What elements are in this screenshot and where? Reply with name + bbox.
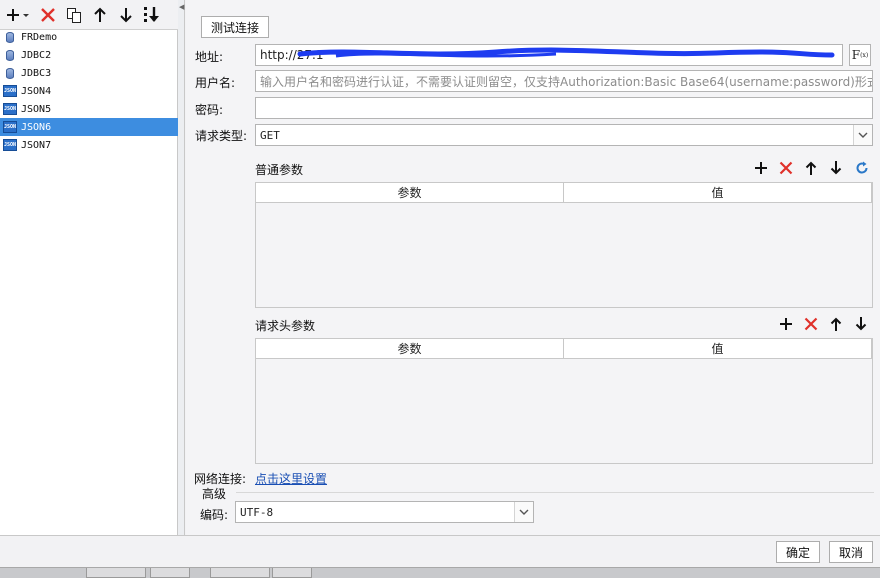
plus-icon bbox=[780, 318, 792, 330]
collapse-left-icon[interactable]: ◀ bbox=[179, 3, 184, 11]
tree-item-json4[interactable]: JSON JSON4 bbox=[0, 82, 178, 100]
username-label: 用户名: bbox=[195, 76, 236, 90]
delete-header-button[interactable] bbox=[801, 314, 821, 334]
datasource-tree: FRDemo JDBC2 JDBC3 JSON JSON4 JSON JSON5 JSON JS… bbox=[0, 28, 178, 154]
panel-splitter[interactable]: ◀ bbox=[178, 0, 185, 535]
refresh-param-button[interactable] bbox=[852, 158, 872, 178]
copy-button[interactable] bbox=[62, 3, 86, 27]
cancel-button[interactable]: 取消 bbox=[829, 541, 873, 563]
tree-item-label: JSON4 bbox=[21, 85, 52, 97]
add-param-button[interactable] bbox=[751, 158, 771, 178]
move-down-button[interactable] bbox=[114, 3, 138, 27]
tree-item-json7[interactable]: JSON JSON7 bbox=[0, 136, 178, 154]
column-value[interactable]: 值 bbox=[564, 339, 872, 358]
encoding-value: UTF-8 bbox=[240, 505, 274, 519]
dialog-footer: 确定 取消 bbox=[0, 535, 880, 567]
header-move-up-button[interactable] bbox=[826, 314, 846, 334]
database-icon bbox=[3, 30, 17, 44]
background-tab bbox=[86, 568, 146, 578]
datasource-toolbar bbox=[0, 0, 178, 30]
password-label: 密码: bbox=[195, 103, 224, 117]
connection-settings-panel: 测试连接 地址: http://27.1 F(x) 用户名: 输入用户名和密码 bbox=[186, 0, 880, 535]
param-move-up-button[interactable] bbox=[801, 158, 821, 178]
delete-param-button[interactable] bbox=[776, 158, 796, 178]
param-move-down-button[interactable] bbox=[826, 158, 846, 178]
tree-item-jdbc3[interactable]: JDBC3 bbox=[0, 64, 178, 82]
formula-sub: (x) bbox=[860, 51, 869, 59]
background-tab bbox=[272, 568, 312, 578]
datasource-panel: FRDemo JDBC2 JDBC3 JSON JSON4 JSON JSON5 JSON JS… bbox=[0, 0, 178, 535]
background-tab bbox=[210, 568, 270, 578]
tree-item-label: JDBC2 bbox=[21, 49, 52, 61]
json-file-icon: JSON bbox=[3, 138, 17, 152]
grid-header: 参数 值 bbox=[256, 339, 872, 359]
normal-params-grid[interactable]: 参数 值 bbox=[255, 182, 873, 308]
encoding-label: 编码: bbox=[200, 508, 229, 522]
header-params-label: 请求头参数 bbox=[255, 319, 316, 333]
sort-icon bbox=[144, 6, 159, 22]
json-file-icon: JSON bbox=[3, 120, 17, 134]
formula-button[interactable]: F (x) bbox=[849, 44, 871, 66]
tree-item-label: FRDemo bbox=[21, 31, 58, 43]
tree-item-label: JSON6 bbox=[21, 121, 52, 133]
ok-button[interactable]: 确定 bbox=[776, 541, 820, 563]
password-input[interactable] bbox=[255, 97, 873, 119]
advanced-divider bbox=[236, 492, 874, 493]
tree-item-json6[interactable]: JSON JSON6 bbox=[0, 118, 178, 136]
add-dropdown-icon bbox=[7, 8, 29, 21]
arrow-up-icon bbox=[805, 161, 817, 175]
network-settings-link[interactable]: 点击这里设置 bbox=[255, 470, 327, 487]
tree-item-jdbc2[interactable]: JDBC2 bbox=[0, 46, 178, 64]
move-up-icon bbox=[94, 7, 106, 22]
header-move-down-button[interactable] bbox=[851, 314, 871, 334]
tree-item-label: JDBC3 bbox=[21, 67, 52, 79]
advanced-label: 高级 bbox=[202, 487, 227, 501]
tree-item-json5[interactable]: JSON JSON5 bbox=[0, 100, 178, 118]
header-params-grid[interactable]: 参数 值 bbox=[255, 338, 873, 464]
arrow-down-icon bbox=[830, 161, 842, 175]
formula-icon: F bbox=[851, 48, 861, 62]
background-tab bbox=[150, 568, 190, 578]
add-dropdown-button[interactable] bbox=[4, 3, 34, 27]
address-value: http://27.1 bbox=[260, 48, 324, 62]
username-input[interactable]: 输入用户名和密码进行认证，不需要认证则留空，仅支持Authorization:B… bbox=[255, 70, 873, 92]
test-connection-button[interactable]: 测试连接 bbox=[201, 16, 269, 38]
plus-icon bbox=[755, 162, 767, 174]
column-value[interactable]: 值 bbox=[564, 183, 872, 202]
chevron-down-icon bbox=[514, 502, 533, 522]
copy-icon bbox=[67, 7, 81, 23]
delete-button[interactable] bbox=[36, 3, 60, 27]
address-label: 地址: bbox=[195, 50, 224, 64]
request-type-value: GET bbox=[260, 128, 280, 142]
refresh-icon bbox=[856, 161, 868, 174]
sort-button[interactable] bbox=[140, 3, 164, 27]
move-up-button[interactable] bbox=[88, 3, 112, 27]
normal-params-label: 普通参数 bbox=[255, 163, 304, 177]
json-file-icon: JSON bbox=[3, 84, 17, 98]
grid-header: 参数 值 bbox=[256, 183, 872, 203]
move-down-icon bbox=[120, 7, 132, 22]
encoding-select[interactable]: UTF-8 bbox=[235, 501, 534, 523]
background-window-strip bbox=[0, 567, 880, 578]
tree-item-frdemo[interactable]: FRDemo bbox=[0, 28, 178, 46]
address-input[interactable]: http://27.1 bbox=[255, 44, 843, 66]
username-placeholder: 输入用户名和密码进行认证，不需要认证则留空，仅支持Authorization:B… bbox=[260, 74, 873, 89]
add-header-button[interactable] bbox=[776, 314, 796, 334]
column-param[interactable]: 参数 bbox=[256, 183, 564, 202]
delete-icon bbox=[804, 317, 818, 331]
column-param[interactable]: 参数 bbox=[256, 339, 564, 358]
request-type-select[interactable]: GET bbox=[255, 124, 873, 146]
request-type-label: 请求类型: bbox=[195, 129, 248, 143]
tree-item-label: JSON7 bbox=[21, 139, 52, 151]
database-icon bbox=[3, 48, 17, 62]
chevron-down-icon bbox=[853, 125, 872, 145]
arrow-up-icon bbox=[830, 317, 842, 331]
tree-item-label: JSON5 bbox=[21, 103, 52, 115]
json-file-icon: JSON bbox=[3, 102, 17, 116]
delete-icon bbox=[41, 7, 55, 22]
arrow-down-icon bbox=[855, 317, 867, 331]
database-icon bbox=[3, 66, 17, 80]
delete-icon bbox=[779, 161, 793, 175]
